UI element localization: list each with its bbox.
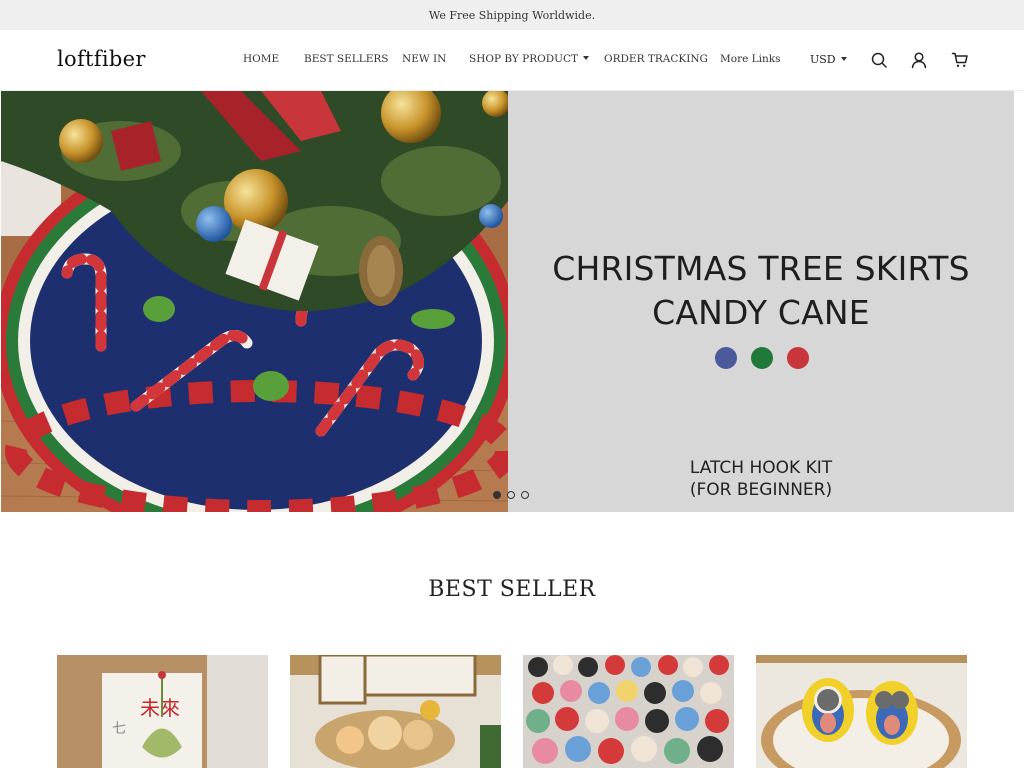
site-header: loftfiber HOME BEST SELLERS NEW IN SHOP … (0, 30, 1024, 91)
hero-title-line2: CANDY CANE (652, 293, 870, 332)
nav-order-tracking-label: ORDER TRACKING (604, 53, 708, 65)
nav-shop-by-product[interactable]: SHOP BY PRODUCT (469, 53, 590, 65)
nav-home-label: HOME (243, 53, 280, 65)
hero-banner[interactable]: CHRISTMAS TREE SKIRTS CANDY CANE LATCH H… (1, 91, 1014, 512)
slider-dot-3[interactable] (521, 491, 529, 499)
color-swatch-red (787, 347, 809, 369)
svg-text:未來: 未來 (140, 696, 180, 720)
cart-icon[interactable] (951, 51, 969, 69)
product-card[interactable] (756, 655, 967, 768)
nav-more-links[interactable]: More Links (720, 53, 781, 65)
slider-dot-2[interactable] (507, 491, 515, 499)
product-card[interactable] (523, 655, 734, 768)
crochet-dolls-image (290, 655, 501, 768)
slider-dot-1[interactable] (493, 491, 501, 499)
product-card[interactable]: 未來 七 (57, 655, 268, 768)
hero-subtitle-line1: LATCH HOOK KIT (689, 458, 833, 478)
nav-shop-by-product-label: SHOP BY PRODUCT (469, 53, 579, 65)
currency-label: USD (810, 53, 836, 66)
hero-subtitle-line2: (FOR BEGINNER) (689, 480, 833, 500)
search-icon[interactable] (870, 51, 888, 69)
color-swatch-blue (715, 347, 737, 369)
nav-home[interactable]: HOME (243, 53, 279, 65)
chevron-down-icon (840, 57, 847, 61)
account-icon[interactable] (910, 51, 928, 69)
crochet-minion-dolls-image (756, 655, 967, 768)
nav-new-in[interactable]: NEW IN (402, 53, 446, 65)
currency-selector[interactable]: USD (810, 53, 847, 66)
hero-title-line1: CHRISTMAS TREE SKIRTS (552, 249, 970, 288)
svg-text:七: 七 (112, 721, 126, 737)
logo[interactable]: loftfiber (57, 47, 146, 71)
slider-dots (493, 491, 529, 499)
crochet-keychains-image (523, 655, 734, 768)
announcement-text: We Free Shipping Worldwide. (428, 8, 596, 22)
announcement-bar: We Free Shipping Worldwide. (0, 0, 1024, 30)
best-seller-heading: BEST SELLER (428, 577, 596, 602)
nav-new-in-label: NEW IN (402, 53, 447, 65)
crochet-ornament-image: 未來 七 (57, 655, 268, 768)
color-swatch-green (751, 347, 773, 369)
product-card[interactable] (290, 655, 501, 768)
nav-order-tracking[interactable]: ORDER TRACKING (604, 53, 708, 65)
hero-tree-skirt-image (1, 91, 508, 512)
nav-best-sellers[interactable]: BEST SELLERS (304, 53, 388, 65)
nav-more-links-label: More Links (720, 53, 781, 65)
chevron-down-icon (583, 56, 590, 60)
hero-text-panel: CHRISTMAS TREE SKIRTS CANDY CANE LATCH H… (508, 91, 1014, 512)
nav-best-sellers-label: BEST SELLERS (304, 53, 389, 65)
